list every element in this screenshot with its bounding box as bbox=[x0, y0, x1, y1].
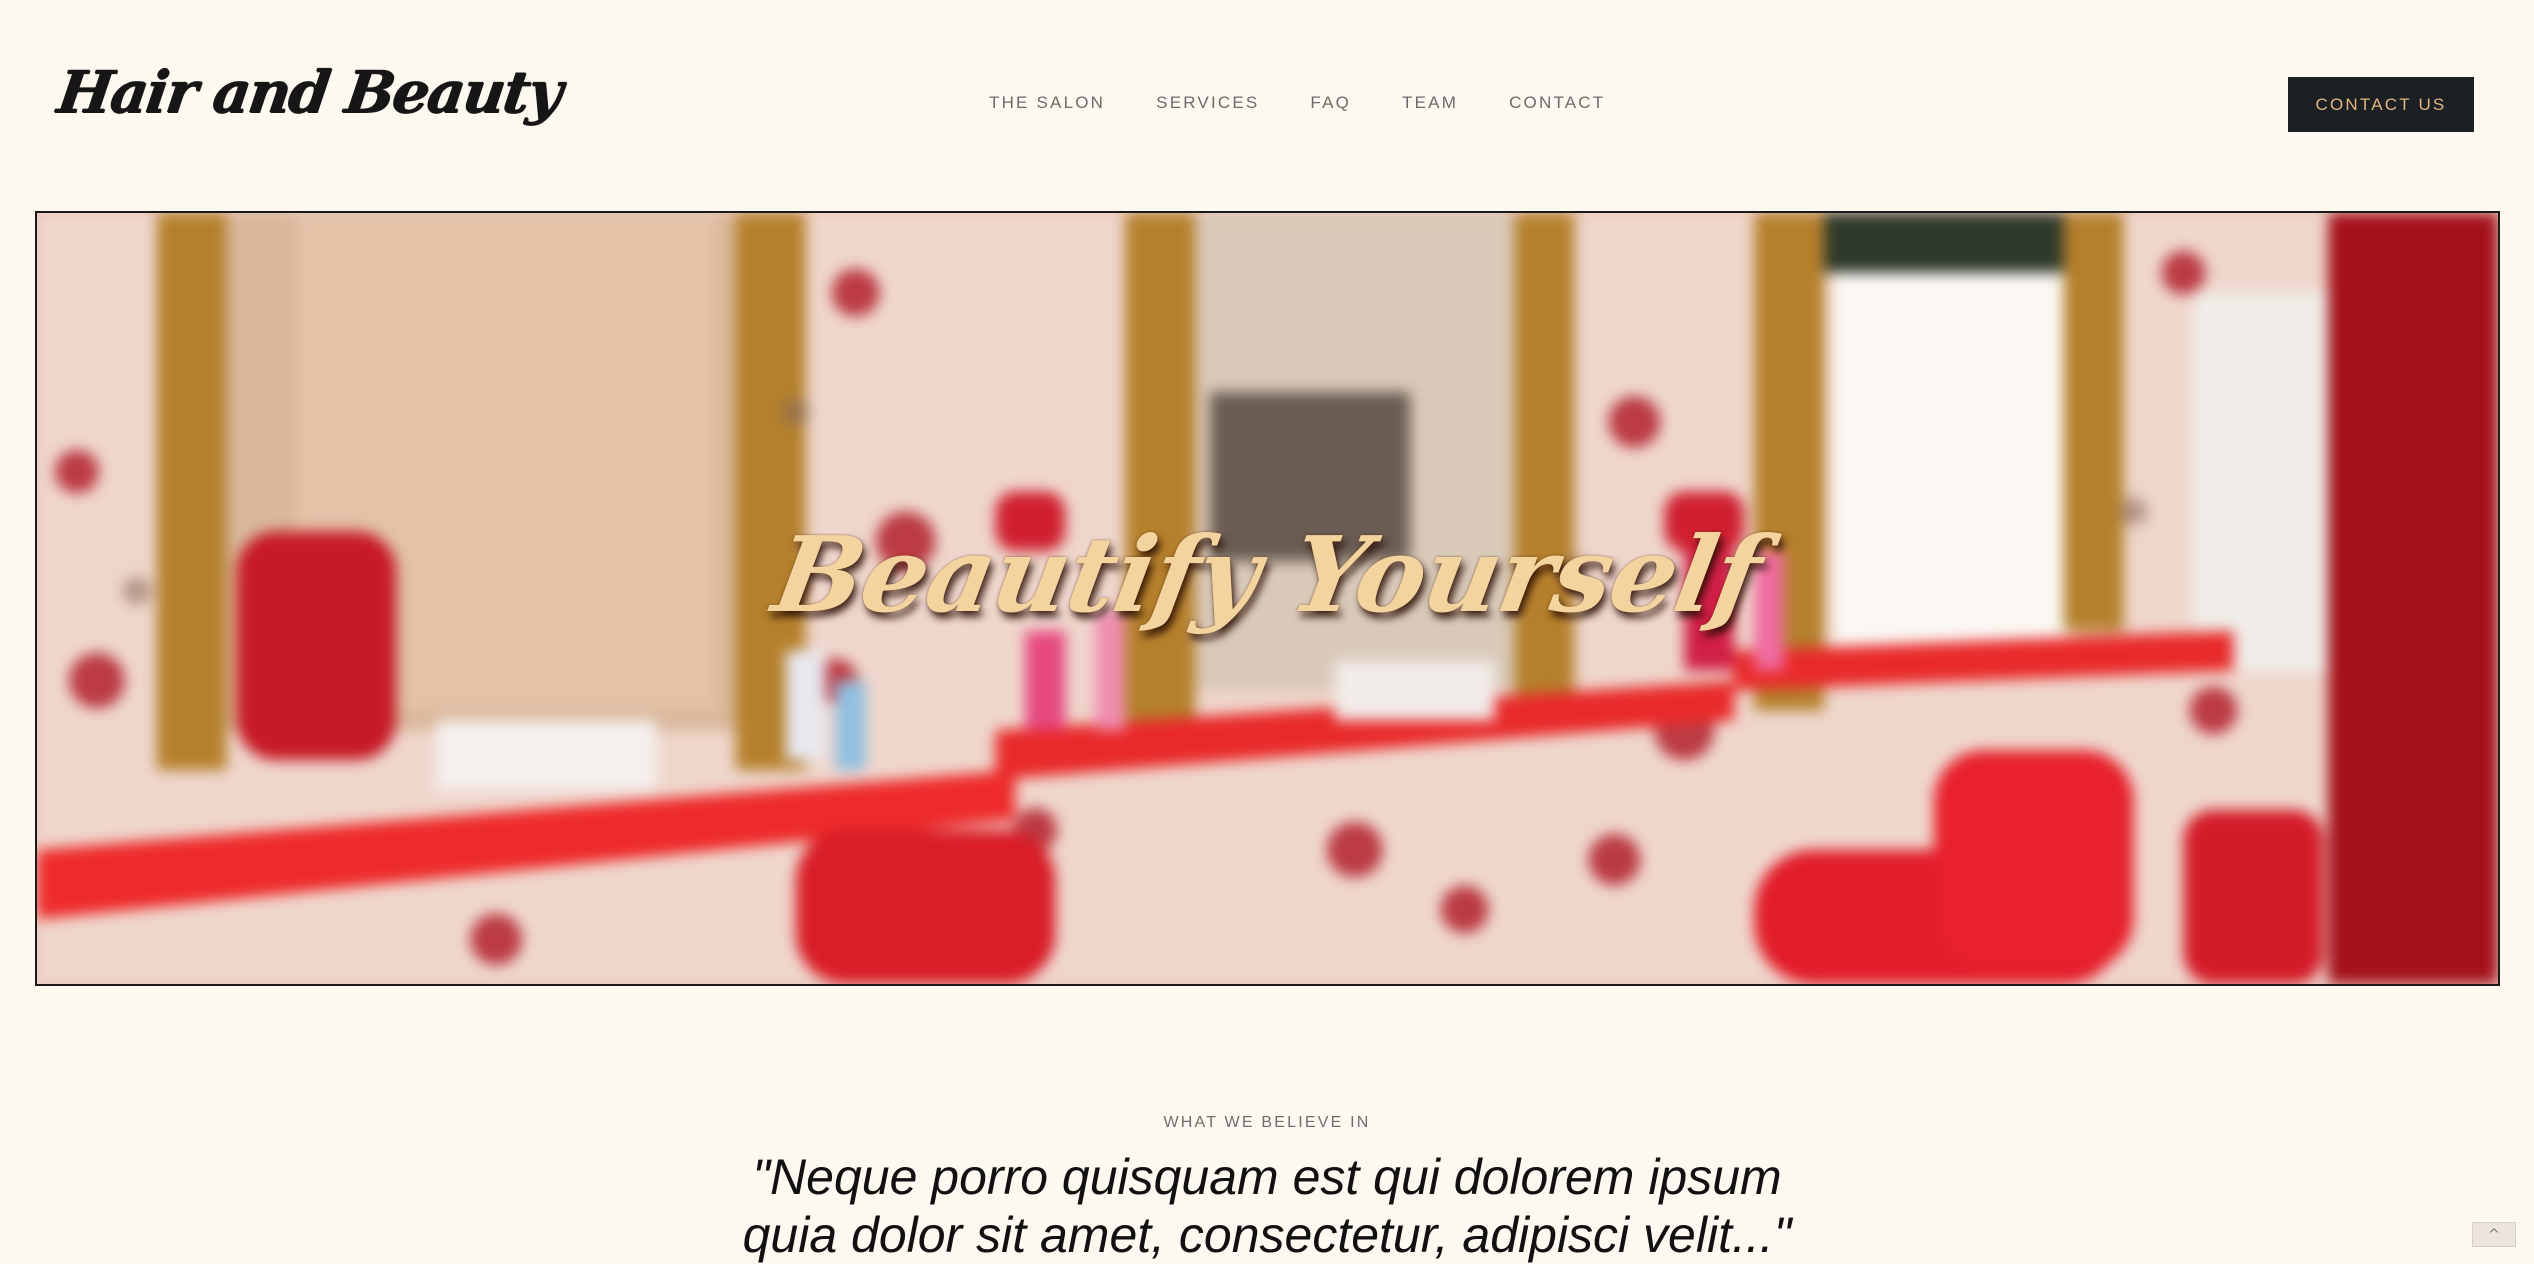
site-logo[interactable]: Hair and Beauty bbox=[53, 58, 564, 126]
nav-item-faq[interactable]: FAQ bbox=[1310, 93, 1351, 113]
hero-title: Beautify Yourself bbox=[765, 513, 1770, 636]
chevron-up-icon: ^ bbox=[2488, 1226, 2500, 1243]
scroll-to-top-button[interactable]: ^ bbox=[2472, 1222, 2516, 1247]
nav-item-contact[interactable]: CONTACT bbox=[1509, 93, 1605, 113]
nav-item-team[interactable]: TEAM bbox=[1402, 93, 1458, 113]
section-label: WHAT WE BELIEVE IN bbox=[1163, 1114, 1371, 1131]
contact-us-button[interactable]: CONTACT US bbox=[2288, 77, 2474, 132]
main-nav: THE SALON SERVICES FAQ TEAM CONTACT bbox=[989, 93, 1656, 113]
site-header: Hair and Beauty THE SALON SERVICES FAQ T… bbox=[0, 0, 2534, 210]
nav-item-the-salon[interactable]: THE SALON bbox=[989, 93, 1105, 113]
nav-item-services[interactable]: SERVICES bbox=[1156, 93, 1259, 113]
hero-banner: Beautify Yourself bbox=[35, 211, 2500, 986]
